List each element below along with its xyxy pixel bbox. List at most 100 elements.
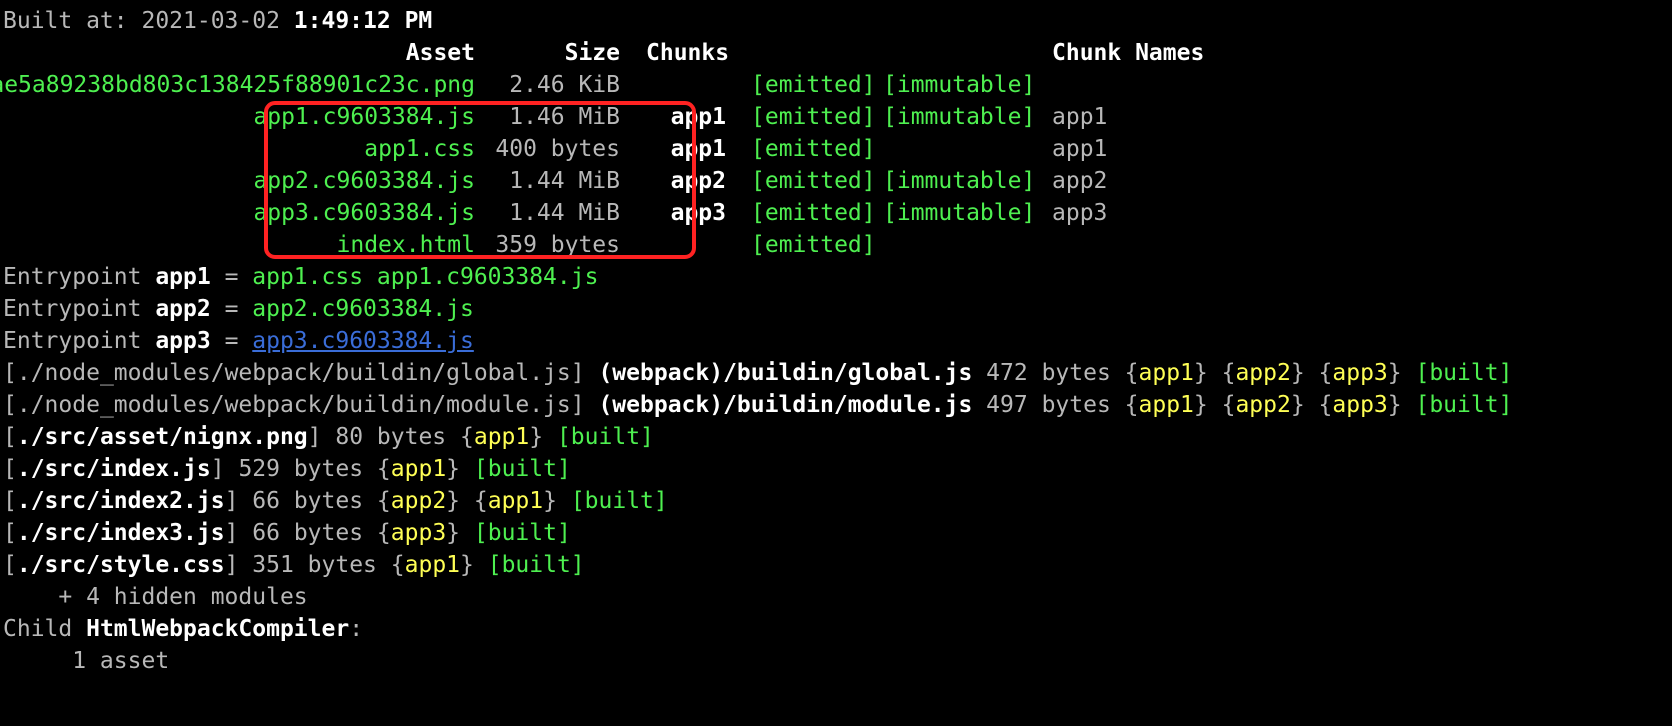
asset-name: app2.c9603384.js <box>253 168 475 194</box>
module-path: ./node_modules/webpack/buildin/module.js <box>16 392 571 418</box>
emitted-tag: [emitted] <box>751 168 876 194</box>
module-line: [./src/index3.js] 66 bytes {app3} [built… <box>3 520 571 546</box>
module-size: 472 bytes <box>972 360 1125 386</box>
module-status: [built] <box>570 488 668 514</box>
header-size: Size <box>564 40 620 66</box>
module-line: [./node_modules/webpack/buildin/module.j… <box>3 392 1513 418</box>
emitted-tag: [emitted] <box>751 232 876 258</box>
chunk-name: app3 <box>1052 200 1108 226</box>
built-at-time: 1:49:12 PM <box>293 8 433 34</box>
asset-size: 359 bytes <box>495 232 620 258</box>
module-path: ./src/index2.js <box>16 488 225 514</box>
emitted-tag: [emitted] <box>751 136 876 162</box>
module-line: [./node_modules/webpack/buildin/global.j… <box>3 360 1513 386</box>
entrypoint-eq: = <box>210 264 253 290</box>
module-size: 497 bytes <box>972 392 1125 418</box>
module-line: [./src/style.css] 351 bytes {app1} [buil… <box>3 552 585 578</box>
child-compiler-line: Child HtmlWebpackCompiler: <box>3 612 363 646</box>
immutable-tag: [immutable] <box>883 104 1036 130</box>
entrypoint-name: app3 <box>155 328 211 354</box>
asset-name: app1.c9603384.js <box>253 104 475 130</box>
module-chunk: app1 <box>473 424 530 450</box>
built-at-line: Built at: 2021-03-02 1:49:12 PM <box>3 4 432 38</box>
module-status: [built] <box>473 520 571 546</box>
child-name: HtmlWebpackCompiler <box>86 616 350 642</box>
asset-size: 1.44 MiB <box>509 168 620 194</box>
module-status: [built] <box>1415 392 1513 418</box>
emitted-tag: [emitted] <box>751 200 876 226</box>
immutable-tag: [immutable] <box>883 200 1036 226</box>
child-prefix: Child <box>3 616 87 642</box>
header-chunks: Chunks <box>646 40 730 66</box>
module-size: 529 bytes <box>224 456 377 482</box>
asset-size: 2.46 KiB <box>509 72 620 98</box>
module-chunk: app1 <box>404 552 461 578</box>
terminal-window: Built at: 2021-03-02 1:49:12 PM Asset Si… <box>0 0 1672 726</box>
entrypoint-line: Entrypoint app3 = app3.c9603384.js <box>3 324 474 358</box>
module-status: [built] <box>487 552 585 578</box>
asset-name: app3.c9603384.js <box>253 200 475 226</box>
entrypoint-prefix: Entrypoint <box>3 296 156 322</box>
emitted-tag: [emitted] <box>751 104 876 130</box>
chunk-name: app1 <box>1052 104 1108 130</box>
chunk-name: app2 <box>1052 168 1108 194</box>
module-chunk: app2 <box>1235 360 1291 386</box>
asset-chunk: app2 <box>670 168 726 194</box>
entrypoint-eq: = <box>210 296 253 322</box>
entrypoint-line: Entrypoint app2 = app2.c9603384.js <box>3 292 474 326</box>
module-size: 66 bytes <box>238 520 377 546</box>
entrypoint-files: app1.css app1.c9603384.js <box>252 264 599 290</box>
immutable-tag: [immutable] <box>883 72 1036 98</box>
entrypoint-files: app2.c9603384.js <box>252 296 474 322</box>
module-line: [./src/index2.js] 66 bytes {app2} {app1}… <box>3 488 668 514</box>
child-assets-line: 1 asset <box>3 648 170 674</box>
entrypoint-file-link[interactable]: app3.c9603384.js <box>252 328 474 354</box>
module-line: [./src/asset/nignx.png] 80 bytes {app1} … <box>3 424 654 450</box>
module-path: ./node_modules/webpack/buildin/global.js <box>16 360 571 386</box>
module-chunk: app1 <box>1138 360 1194 386</box>
module-chunk: app2 <box>1235 392 1291 418</box>
module-path: ./src/index3.js <box>16 520 225 546</box>
emitted-tag: [emitted] <box>751 72 876 98</box>
module-line: [./src/index.js] 529 bytes {app1} [built… <box>3 456 571 482</box>
module-chunk: app3 <box>1332 360 1388 386</box>
asset-name: index.html <box>336 232 475 258</box>
header-asset: Asset <box>405 40 475 66</box>
entrypoint-line: Entrypoint app1 = app1.css app1.c9603384… <box>3 260 598 294</box>
module-chunk: app1 <box>390 456 447 482</box>
entrypoint-name: app1 <box>155 264 211 290</box>
module-path: ./src/asset/nignx.png <box>16 424 308 450</box>
chunk-name: app1 <box>1052 136 1108 162</box>
asset-chunk: app3 <box>670 200 726 226</box>
hidden-modules-line: + 4 hidden modules <box>3 584 308 610</box>
entrypoint-prefix: Entrypoint <box>3 328 156 354</box>
module-chunk: app2 <box>390 488 447 514</box>
asset-chunk: app1 <box>670 136 726 162</box>
module-status: [built] <box>473 456 571 482</box>
module-label: (webpack)/buildin/global.js <box>598 360 973 386</box>
asset-size: 400 bytes <box>495 136 620 162</box>
module-size: 66 bytes <box>238 488 377 514</box>
immutable-tag: [immutable] <box>883 168 1036 194</box>
entrypoint-prefix: Entrypoint <box>3 264 156 290</box>
module-status: [built] <box>556 424 654 450</box>
asset-name: 8ae5a89238bd803c138425f88901c23c.png <box>0 72 475 98</box>
module-label: (webpack)/buildin/module.js <box>598 392 973 418</box>
module-size: 80 bytes <box>321 424 460 450</box>
entrypoint-name: app2 <box>155 296 211 322</box>
module-status: [built] <box>1415 360 1513 386</box>
asset-name: app1.css <box>364 136 475 162</box>
module-path: ./src/style.css <box>16 552 225 578</box>
entrypoint-eq: = <box>210 328 253 354</box>
asset-size: 1.46 MiB <box>509 104 620 130</box>
child-suffix: : <box>349 616 364 642</box>
module-chunk: app1 <box>487 488 544 514</box>
built-at-label: Built at: 2021-03-02 <box>3 8 294 34</box>
module-chunk: app3 <box>1332 392 1388 418</box>
asset-chunk: app1 <box>670 104 726 130</box>
module-path: ./src/index.js <box>16 456 211 482</box>
module-chunk: app3 <box>390 520 447 546</box>
module-chunk: app1 <box>1138 392 1194 418</box>
header-chunk-names: Chunk Names <box>1052 40 1205 66</box>
asset-size: 1.44 MiB <box>509 200 620 226</box>
